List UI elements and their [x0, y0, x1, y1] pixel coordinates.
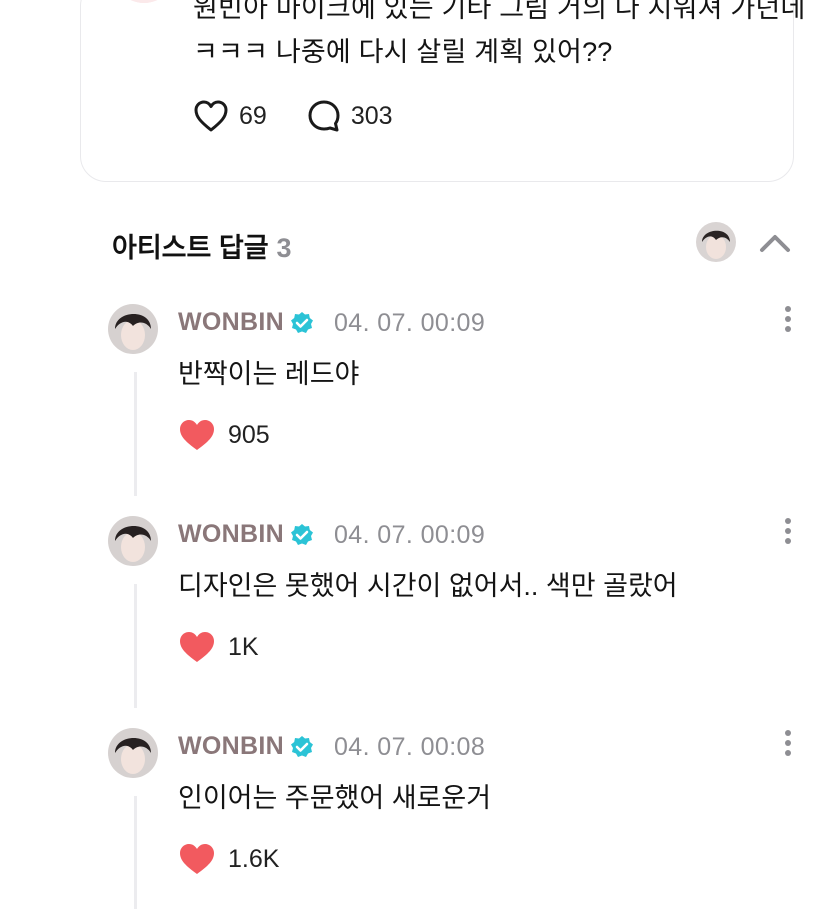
more-vertical-icon[interactable]	[778, 304, 798, 334]
reply-text: 반짝이는 레드야	[178, 359, 360, 389]
artist-name-label: WONBIN	[178, 308, 284, 336]
verified-badge-icon	[290, 735, 313, 757]
artist-avatar[interactable]	[696, 222, 736, 262]
like-count: 69	[239, 101, 267, 130]
heart-filled-icon	[180, 632, 214, 662]
artist-reply: WONBIN 04. 07. 00:09 디자인은 못했어 시간이 없어서.. …	[108, 516, 808, 728]
comment-count: 303	[350, 101, 393, 130]
artist-name[interactable]: WONBIN	[178, 732, 314, 761]
reply-like-button[interactable]: 905	[178, 418, 270, 452]
more-vertical-icon[interactable]	[778, 516, 798, 546]
fan-avatar[interactable]	[113, 0, 175, 3]
comment-bubble-icon	[308, 100, 340, 132]
artist-replies-label: 아티스트 답글	[112, 233, 269, 263]
reply-text: 인이어는 주문했어 새로운거	[178, 783, 492, 813]
reply-like-count: 1K	[228, 632, 259, 661]
community-post-page: 원빈아 마이크에 있는 기타 그림 거의 다 지워져 가던데 ㅋㅋㅋ 나중에 다…	[0, 0, 828, 909]
artist-replies-header: 아티스트 답글 3	[112, 220, 802, 270]
artist-replies-count: 3	[276, 233, 292, 263]
post-text-line: 원빈아 마이크에 있는 기타 그림 거의 다 지워져 가던데	[193, 0, 806, 23]
reply-timestamp: 04. 07. 00:08	[334, 733, 486, 761]
like-button[interactable]: 69	[193, 99, 267, 133]
post-text-line: ㅋㅋㅋ 나중에 다시 살릴 계획 있어??	[193, 37, 613, 67]
avatar[interactable]	[108, 516, 158, 566]
comment-button[interactable]: 303	[307, 99, 393, 133]
thread-line	[134, 372, 137, 496]
artist-replies-title: 아티스트 답글 3	[112, 226, 292, 265]
avatar[interactable]	[108, 728, 158, 778]
heart-filled-icon	[180, 420, 214, 450]
more-vertical-icon[interactable]	[778, 728, 798, 758]
heart-outline-icon	[194, 100, 228, 132]
thread-line	[134, 796, 137, 909]
reply-like-button[interactable]: 1.6K	[178, 842, 279, 876]
artist-name-label: WONBIN	[178, 520, 284, 548]
fan-post-card: 원빈아 마이크에 있는 기타 그림 거의 다 지워져 가던데 ㅋㅋㅋ 나중에 다…	[80, 0, 805, 182]
reply-like-button[interactable]: 1K	[178, 630, 259, 664]
reply-like-count: 1.6K	[228, 844, 280, 873]
verified-badge-icon	[290, 311, 313, 333]
thread-line	[134, 584, 137, 708]
heart-filled-icon	[180, 844, 214, 874]
verified-badge-icon	[290, 523, 313, 545]
post-text: 원빈아 마이크에 있는 기타 그림 거의 다 지워져 가던데 ㅋㅋㅋ 나중에 다…	[193, 0, 806, 74]
reply-text: 디자인은 못했어 시간이 없어서.. 색만 골랐어	[178, 571, 678, 601]
artist-name[interactable]: WONBIN	[178, 308, 314, 337]
reply-timestamp: 04. 07. 00:09	[334, 521, 486, 549]
reply-like-count: 905	[228, 420, 270, 449]
chevron-up-icon[interactable]	[758, 226, 792, 260]
post-actions: 69 303	[193, 99, 433, 133]
artist-name-label: WONBIN	[178, 732, 284, 760]
artist-reply: WONBIN 04. 07. 00:09 반짝이는 레드야 905	[108, 304, 808, 516]
artist-name[interactable]: WONBIN	[178, 520, 314, 549]
reply-timestamp: 04. 07. 00:09	[334, 309, 486, 337]
artist-reply: WONBIN 04. 07. 00:08 인이어는 주문했어 새로운거 1.6K	[108, 728, 808, 909]
avatar[interactable]	[108, 304, 158, 354]
